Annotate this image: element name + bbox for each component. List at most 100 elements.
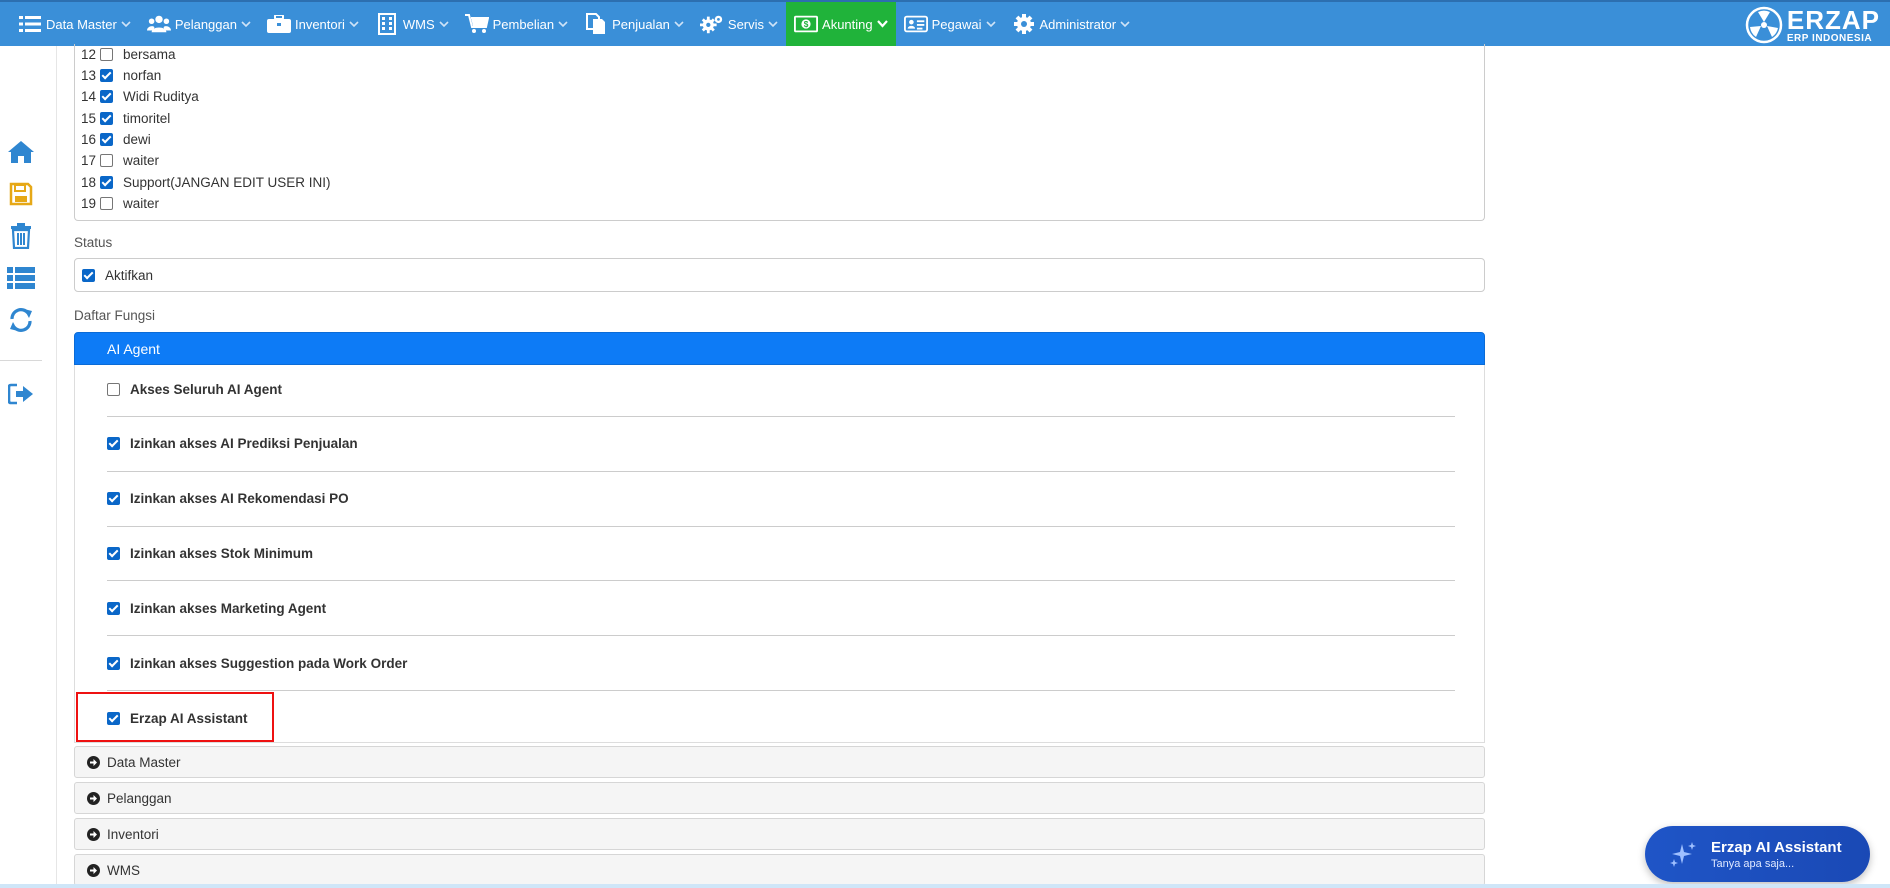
refresh-button[interactable] bbox=[5, 306, 37, 338]
nav-pelanggan[interactable]: Pelanggan bbox=[139, 2, 259, 46]
nav-inventori[interactable]: Inventori bbox=[259, 2, 367, 46]
aktifkan-label: Aktifkan bbox=[105, 267, 154, 283]
nav-label: Pegawai bbox=[931, 16, 982, 32]
ai-assistant-subtitle: Tanya apa saja... bbox=[1711, 857, 1795, 870]
user-number: 13 bbox=[80, 68, 96, 83]
home-button[interactable] bbox=[5, 138, 37, 170]
user-checkbox[interactable] bbox=[100, 48, 113, 61]
divider bbox=[107, 580, 1455, 581]
nav-servis[interactable]: Servis bbox=[692, 2, 786, 46]
nav-label: Data Master bbox=[46, 16, 117, 32]
logo-subtitle: ERP INDONESIA bbox=[1786, 32, 1873, 44]
money-icon: $ bbox=[794, 13, 819, 35]
user-name: Widi Ruditya bbox=[123, 89, 199, 104]
nav-akunting[interactable]: $ Akunting bbox=[786, 2, 896, 46]
ai-assistant-text: Erzap AI Assistant Tanya apa saja... bbox=[1711, 839, 1842, 870]
nav-pembelian[interactable]: Pembelian bbox=[457, 2, 576, 46]
panel-pelanggan[interactable]: Pelanggan bbox=[74, 782, 1485, 814]
nav-penjualan[interactable]: Penjualan bbox=[576, 2, 692, 46]
id-card-icon bbox=[903, 13, 928, 35]
nav-label: Administrator bbox=[1039, 16, 1117, 32]
user-number: 14 bbox=[80, 89, 96, 104]
gears-icon bbox=[699, 13, 724, 35]
aktifkan-checkbox[interactable] bbox=[82, 268, 95, 282]
user-row: 18 Support(JANGAN EDIT USER INI) bbox=[80, 172, 331, 193]
nav-data-master[interactable]: Data Master bbox=[10, 2, 139, 46]
ai-assistant-button[interactable]: Erzap AI Assistant Tanya apa saja... bbox=[1645, 826, 1870, 882]
user-name: waiter bbox=[123, 153, 160, 168]
function-label: Izinkan akses Suggestion pada Work Order bbox=[130, 656, 408, 671]
function-item: Izinkan akses Marketing Agent bbox=[107, 601, 326, 616]
erzap-logo[interactable]: ERZAP ERP INDONESIA bbox=[1745, 4, 1880, 46]
user-number: 16 bbox=[80, 132, 96, 147]
arrow-circle-right-icon bbox=[87, 827, 100, 841]
chevron-down-icon bbox=[876, 20, 888, 28]
nav-pegawai[interactable]: Pegawai bbox=[896, 2, 1004, 46]
user-checkbox[interactable] bbox=[100, 154, 113, 167]
user-checkbox[interactable] bbox=[100, 69, 113, 82]
panel-title: Pelanggan bbox=[107, 790, 172, 806]
delete-button[interactable] bbox=[5, 222, 37, 254]
trash-icon bbox=[10, 222, 32, 254]
chevron-down-icon bbox=[349, 20, 359, 28]
panel-ai-agent-header[interactable]: AI Agent bbox=[74, 332, 1485, 365]
home-icon bbox=[7, 140, 35, 169]
users-icon bbox=[146, 13, 171, 35]
panel-wms[interactable]: WMS bbox=[74, 854, 1485, 886]
nav-administrator[interactable]: Administrator bbox=[1004, 2, 1139, 46]
function-label: Akses Seluruh AI Agent bbox=[130, 382, 283, 397]
nav-label: Pelanggan bbox=[174, 16, 237, 32]
panel-ai-agent-body: Akses Seluruh AI Agent Izinkan akses AI … bbox=[74, 365, 1485, 743]
user-number: 17 bbox=[80, 153, 96, 168]
save-button[interactable] bbox=[5, 180, 37, 212]
save-icon bbox=[9, 182, 33, 211]
user-row: 14 Widi Ruditya bbox=[80, 86, 199, 107]
divider bbox=[107, 471, 1455, 472]
chevron-down-icon bbox=[674, 20, 684, 28]
refresh-icon bbox=[8, 307, 34, 338]
user-access-list: 12 bersama 13 norfan 14 Widi Ruditya 15 … bbox=[74, 44, 1485, 221]
panel-title: Inventori bbox=[107, 826, 159, 842]
function-item: Izinkan akses Suggestion pada Work Order bbox=[107, 656, 407, 671]
user-number: 15 bbox=[80, 111, 96, 126]
function-checkbox[interactable] bbox=[107, 492, 120, 505]
list-icon bbox=[18, 13, 42, 35]
nav-label: Akunting bbox=[822, 16, 873, 32]
panel-title: Data Master bbox=[107, 754, 181, 770]
panel-data-master[interactable]: Data Master bbox=[74, 746, 1485, 778]
function-checkbox[interactable] bbox=[107, 657, 120, 670]
nav-label: WMS bbox=[402, 16, 435, 32]
chevron-down-icon bbox=[558, 20, 568, 28]
sparkle-icon bbox=[1663, 839, 1703, 869]
nav-wms[interactable]: WMS bbox=[367, 2, 457, 46]
logout-button[interactable] bbox=[5, 380, 37, 412]
list-view-button[interactable] bbox=[5, 264, 37, 296]
divider bbox=[107, 690, 1455, 691]
cart-icon bbox=[464, 13, 489, 35]
function-checkbox[interactable] bbox=[107, 437, 120, 450]
user-checkbox[interactable] bbox=[100, 90, 113, 103]
function-checkbox[interactable] bbox=[107, 602, 120, 615]
function-checkbox[interactable] bbox=[107, 383, 120, 396]
function-checkbox[interactable] bbox=[107, 547, 120, 560]
nav-label: Servis bbox=[727, 16, 765, 32]
documents-icon bbox=[584, 13, 608, 35]
panel-inventori[interactable]: Inventori bbox=[74, 818, 1485, 850]
sidebar-divider bbox=[0, 360, 42, 361]
divider bbox=[107, 416, 1455, 417]
user-checkbox[interactable] bbox=[100, 133, 113, 146]
user-name: Support(JANGAN EDIT USER INI) bbox=[123, 175, 331, 190]
nav-label: Pembelian bbox=[492, 16, 555, 32]
user-checkbox[interactable] bbox=[100, 197, 113, 210]
arrow-circle-right-icon bbox=[87, 863, 100, 877]
ai-assistant-title: Erzap AI Assistant bbox=[1711, 838, 1842, 856]
bottom-border bbox=[0, 884, 1890, 888]
user-name: timoritel bbox=[123, 111, 171, 126]
building-icon bbox=[375, 13, 399, 35]
user-row: 13 norfan bbox=[80, 65, 161, 86]
arrow-circle-right-icon bbox=[87, 755, 100, 769]
user-checkbox[interactable] bbox=[100, 176, 113, 189]
erzap-logo-icon bbox=[1745, 6, 1783, 44]
left-sidebar bbox=[0, 46, 42, 888]
user-checkbox[interactable] bbox=[100, 112, 113, 125]
